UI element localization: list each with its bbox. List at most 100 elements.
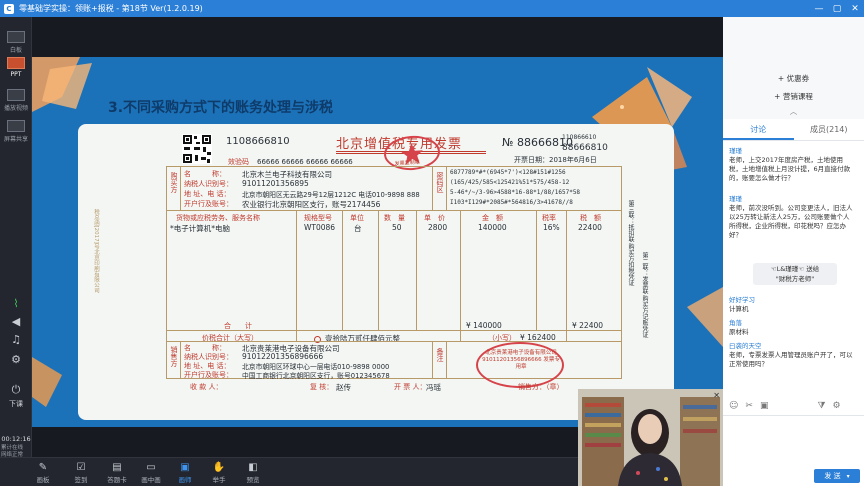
video-icon [7, 89, 25, 101]
buyer-side-label: 购买方 [170, 172, 178, 193]
seller-tax-id: 91012201356896666 [242, 352, 324, 361]
chat-message: 瑾瑾 老师，前次没听到。公司变更法人，旧法人以25万转让新法人25万，公司账要做… [729, 195, 853, 239]
item-price: 2800 [428, 223, 448, 232]
screen-icon [7, 120, 25, 132]
password-line-1: 6877789*#*(6945*7')<128#151#1256 [450, 169, 566, 176]
col-amount: 金 额 [482, 214, 503, 222]
col-tax: 税 额 [580, 214, 601, 222]
maximize-icon[interactable]: ▢ [828, 0, 846, 17]
chat-message: 好好学习 计算机 [729, 296, 755, 313]
btn-hand[interactable]: ✋ 举手 [206, 461, 232, 484]
checkin-icon: ☑ [76, 462, 86, 473]
buyer-bank: 农业银行北京朝阳区支行，账号2174456 [242, 200, 381, 209]
teacher-camera[interactable]: ✕ [578, 389, 723, 486]
camera-icon: ▣ [180, 462, 190, 473]
btn-pen[interactable]: ✎ 画板 [30, 461, 56, 484]
password-line-2: (165/425/585<125421%51*575/458-12 [450, 179, 570, 186]
item-rate: 16% [543, 223, 560, 232]
image-icon[interactable]: ▣ [760, 401, 769, 411]
vat-invoice: 1108666810 北京增值税专用发票 发票监制章 № 88666810 11… [78, 124, 674, 420]
buyer-address: 北京市朝阳区无云路29号12层1212C 电话010-9898 888 [242, 191, 420, 199]
music-icon: ♫ [11, 333, 21, 346]
tab-discussion[interactable]: 讨论 [723, 121, 794, 140]
btn-pip[interactable]: ▭ 画中画 [138, 461, 164, 484]
col-unit: 单位 [350, 214, 364, 222]
col-spec: 规格型号 [304, 214, 332, 222]
left-toolbar: 白板 PPT 播放视频 屏幕共享 ⌇ ◀ ♫ ⚙ ⏻ 下课 [0, 17, 32, 457]
note-label: 备注 [436, 348, 444, 362]
chat-input[interactable] [723, 415, 864, 467]
teacher-video-area: + 优惠券 + 营销课程 ︿ [723, 17, 864, 119]
pip-icon: ▭ [146, 462, 156, 473]
tool-video[interactable]: 播放视频 [0, 89, 32, 112]
chevron-down-icon[interactable]: ▾ [847, 473, 850, 480]
tool-music[interactable]: ♫ [0, 333, 32, 348]
app-window: C 零基础学实操：领账+报税 - 第18节 Ver(1.2.0.19) — ▢ … [0, 0, 864, 486]
send-button[interactable]: 发 送 ▾ [814, 469, 860, 483]
board-icon [7, 31, 25, 43]
item-name: *电子计算机*电脑 [170, 224, 230, 233]
invoice-code-right-1: 110866610 [562, 134, 597, 141]
gear-icon[interactable]: ⚙ [832, 401, 840, 411]
password-area-label: 密码区 [436, 172, 444, 193]
side-text-invoice: 第二联：发票联 购买方记账凭证 [641, 252, 648, 338]
total-amount: ¥ 140000 [466, 321, 502, 330]
seller-side-label: 销售方 [170, 346, 178, 367]
tool-volume[interactable]: ◀ [0, 315, 32, 330]
item-tax: 22400 [578, 223, 602, 232]
btn-sign[interactable]: ☑ 签到 [68, 461, 94, 484]
chat-message: 角落 原材料 [729, 319, 749, 336]
btn-answer[interactable]: ▤ 答题卡 [104, 461, 130, 484]
window-title: 零基础学实操：领账+报税 - 第18节 Ver(1.2.0.19) [19, 4, 203, 13]
reviewer: 赵传 [336, 383, 351, 392]
item-amount: 140000 [478, 223, 507, 232]
collapse-icon[interactable]: ︿ [723, 106, 864, 117]
chat-message: 曰袭的天空 老师，专票发票人用管理员账户开了，可以正常使用吗？ [729, 342, 853, 368]
buyer-tax-id: 91011201356895 [242, 179, 309, 188]
password-line-3: 5-46*/~/3-96>4588*16-88*1/88/1657*58 [450, 189, 581, 196]
title-bar: C 零基础学实操：领账+报税 - 第18节 Ver(1.2.0.19) — ▢ … [0, 0, 864, 17]
side-text-deduction: 第三联：抵扣联 购买方扣税凭证 [627, 200, 634, 286]
scissors-icon[interactable]: ✂ [745, 401, 753, 411]
volume-icon: ◀ [11, 315, 21, 328]
invoice-code-right-2: 88666810 [562, 143, 608, 153]
col-qty: 数 量 [384, 214, 405, 222]
hand-icon: ✋ [212, 462, 226, 473]
gear-icon: ⚙ [11, 353, 21, 366]
total-tax: ¥ 22400 [572, 321, 604, 330]
coupon-button[interactable]: + 优惠券 [723, 73, 864, 84]
filter-icon[interactable]: ⧩ [817, 401, 825, 411]
tab-members[interactable]: 成员(214) [794, 121, 864, 140]
invoice-left-side-text: 税总函[2017]号北京印刷有限公司 [93, 209, 99, 294]
emoji-icon[interactable]: ☺ [729, 401, 738, 411]
signal-icon: ⌇ [13, 297, 19, 310]
item-qty: 50 [392, 223, 402, 232]
power-icon: ⏻ [11, 383, 21, 396]
tool-signal[interactable]: ⌇ [0, 297, 32, 312]
chat-toolbar: ☺ ✂ ▣ ⧩ ⚙ [723, 398, 864, 414]
col-goods: 货物或应税劳务、服务名称 [176, 214, 260, 222]
minimize-icon[interactable]: — [810, 0, 828, 17]
marketing-course-button[interactable]: + 营销课程 [723, 91, 864, 102]
preview-icon: ◧ [248, 462, 258, 473]
tool-settings[interactable]: ⚙ [0, 353, 32, 368]
chat-message: 瑾瑾 老师，上交2017年度房产税，土地使用税，土地增值税上月没计提，6月直接付… [729, 147, 851, 182]
col-price: 单 价 [424, 214, 445, 222]
quiz-icon: ▤ [112, 462, 122, 473]
tool-screen[interactable]: 屏幕共享 [0, 120, 32, 143]
tool-end[interactable]: ⏻ 下课 [0, 383, 32, 409]
btn-mode[interactable]: ▣ 画师 [172, 461, 198, 484]
qr-code-icon [182, 134, 212, 164]
slide-title: 3.不同采购方式下的账务处理与涉税 [108, 100, 334, 116]
drawer: 冯瑶 [426, 383, 441, 392]
tool-ppt[interactable]: PPT [0, 57, 32, 78]
right-panel: + 优惠券 + 营销课程 ︿ 讨论 成员(214) 瑾瑾 老师，上交2017年度… [723, 17, 864, 486]
ppt-icon [7, 57, 25, 69]
camera-feed [578, 389, 723, 486]
btn-preview[interactable]: ◧ 预览 [240, 461, 266, 484]
tool-whiteboard[interactable]: 白板 [0, 31, 32, 54]
invoice-code-left: 1108666810 [226, 136, 290, 147]
close-icon[interactable]: ✕ [846, 0, 864, 17]
close-icon[interactable]: ✕ [713, 391, 720, 400]
item-spec: WT0086 [304, 223, 336, 232]
